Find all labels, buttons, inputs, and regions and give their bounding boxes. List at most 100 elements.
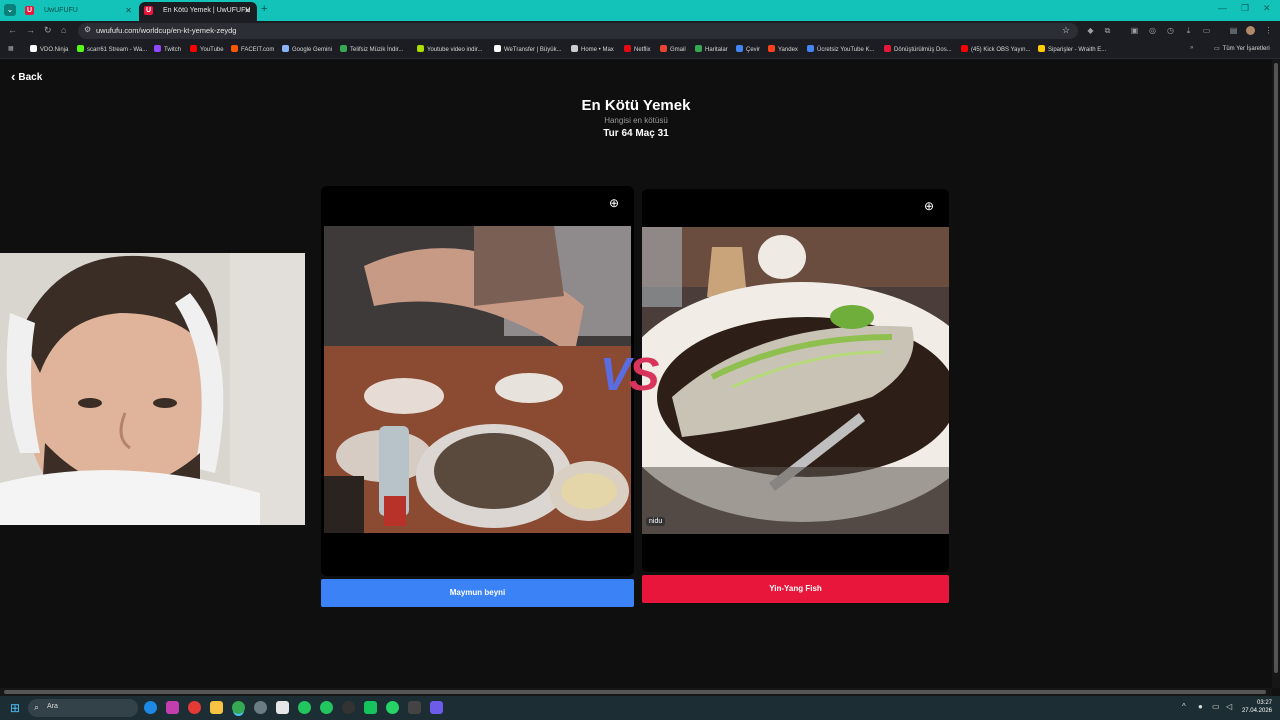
opera-app-icon[interactable] [188,701,201,714]
bookmark-favicon-icon [768,45,775,52]
app-icon[interactable] [298,701,311,714]
app-icon[interactable] [364,701,377,714]
bookmark-item[interactable]: Home • Max [571,45,614,53]
maximize-icon[interactable]: ❐ [1241,3,1249,14]
vertical-scrollbar[interactable] [1272,59,1280,688]
bookmark-item[interactable]: Google Gemini [282,45,332,53]
chevron-up-icon[interactable]: ^ [1182,702,1186,711]
bookmark-label: Ücretsiz YouTube K... [817,47,875,53]
app-icon[interactable] [408,701,421,714]
back-label: Back [18,72,43,83]
microphone-icon[interactable]: ● [1198,702,1203,711]
bookmark-favicon-icon [417,45,424,52]
image-watermark: nidu [646,517,666,526]
split-view-icon[interactable]: ▭ [1202,26,1211,35]
more-bookmarks-icon[interactable]: » [1190,45,1193,51]
right-choice-image[interactable]: nidu [642,227,949,534]
app-icon[interactable] [320,701,333,714]
bookmark-item[interactable]: YouTube [190,45,224,53]
tab-uwufufu[interactable]: U UwUFUFU ✕ [20,2,138,21]
bookmark-item[interactable]: Çevir [736,45,760,53]
app-icon[interactable] [430,701,443,714]
file-explorer-icon[interactable] [210,701,223,714]
tab-en-kotu-yemek[interactable]: U En Kötü Yemek | UwUFUFU ✕ [139,2,257,21]
search-label: Ara [47,703,58,710]
minimize-icon[interactable]: — [1218,3,1227,13]
extension-icon[interactable]: ▣ [1130,26,1139,35]
address-bar[interactable]: ⚙ uwufufu.com/worldcup/en-kt-yemek-zeydg… [78,23,1078,39]
bookmark-item[interactable]: scarr61 Stream - Wa... [77,45,147,53]
left-choice-image[interactable] [324,226,631,533]
all-bookmarks-folder[interactable]: ▭ Tüm Yer İşaretleri [1214,45,1270,52]
bookmark-favicon-icon [282,45,289,52]
close-tab-icon[interactable]: ✕ [244,2,251,19]
back-link[interactable]: ‹ Back [11,69,42,84]
bookmark-label: FACEIT.com [241,47,275,53]
bookmark-label: Home • Max [581,47,614,53]
right-choice-card[interactable]: ⊕ nidu [642,189,949,572]
windows-taskbar: ⊞ ⌕ Ara ^ ● ▭ ◁ 03:27 27.04.2026 [0,696,1280,720]
profile-avatar-icon[interactable] [1246,26,1255,35]
history-icon[interactable]: ◷ [1166,26,1175,35]
bookmark-label: VDO.Ninja [40,47,69,53]
bookmark-star-icon[interactable]: ☆ [1062,25,1070,36]
taskbar-search[interactable]: ⌕ Ara [28,699,138,717]
scrollbar-thumb[interactable] [1274,63,1278,673]
reload-icon[interactable]: ↻ [44,25,52,36]
system-clock[interactable]: 03:27 27.04.2026 [1242,699,1272,715]
zoom-in-icon[interactable]: ⊕ [609,196,619,210]
bookmark-item[interactable]: Gmail [660,45,686,53]
apps-grid-icon[interactable]: ▦ [8,45,14,52]
settings-app-icon[interactable] [254,701,267,714]
tab-title: En Kötü Yemek | UwUFUFU [163,7,251,14]
download-icon[interactable]: ⤓ [1184,26,1193,35]
bookmark-item[interactable]: Yandex [768,45,798,53]
network-icon[interactable]: ▭ [1212,702,1220,711]
app-icon[interactable] [166,701,179,714]
bookmark-item[interactable]: FACEIT.com [231,45,274,53]
volume-icon[interactable]: ◁ [1226,702,1232,711]
back-nav-icon[interactable]: ← [8,25,17,35]
bookmark-item[interactable]: WeTransfer | Büyük... [494,45,562,53]
bookmark-item[interactable]: (45) Kick OBS Yayın... [961,45,1030,53]
choose-left-button[interactable]: Maymun beyni [321,579,634,607]
sidebar-icon[interactable]: ▤ [1229,26,1238,35]
vs-letter-v: V [600,348,631,400]
edge-app-icon[interactable] [144,701,157,714]
bookmark-favicon-icon [961,45,968,52]
horizontal-scrollbar[interactable] [0,688,1272,696]
menu-kebab-icon[interactable]: ⋮ [1264,26,1273,35]
bookmark-item[interactable]: Youtube video indir... [417,45,483,53]
clock-date: 27.04.2026 [1241,708,1272,714]
extension-icon[interactable]: ◎ [1148,26,1157,35]
app-icon[interactable] [276,701,289,714]
close-window-icon[interactable]: ✕ [1263,3,1271,14]
bookmark-label: Çevir [746,47,761,53]
home-icon[interactable]: ⌂ [61,25,66,35]
extensions-icon[interactable]: ⧉ [1103,26,1112,35]
new-tab-icon[interactable]: + [261,3,267,15]
whatsapp-app-icon[interactable] [386,701,399,714]
tab-search-icon[interactable]: ⌄ [4,4,16,16]
bookmark-item[interactable]: Telifsiz Müzik İndir... [340,45,403,53]
bookmark-item[interactable]: Siparişler - Wraith E... [1038,45,1106,53]
all-bookmarks-label: Tüm Yer İşaretleri [1222,46,1270,52]
site-info-icon[interactable]: ⚙ [84,25,91,34]
choose-right-button[interactable]: Yin-Yang Fish [642,575,949,603]
extension-shield-icon[interactable]: ◆ [1086,26,1095,35]
chrome-app-icon[interactable] [232,701,245,714]
scrollbar-thumb[interactable] [4,690,1266,694]
left-choice-card[interactable]: ⊕ [321,186,634,576]
bookmark-item[interactable]: VDO.Ninja [30,45,68,53]
windows-start-icon[interactable]: ⊞ [10,701,20,715]
bookmark-item[interactable]: Twitch [154,45,181,53]
obs-app-icon[interactable] [342,701,355,714]
close-tab-icon[interactable]: ✕ [125,2,132,19]
bookmark-item[interactable]: Dönüştürülmüş Dos... [884,45,952,53]
forward-nav-icon[interactable]: → [26,25,35,35]
webcam-overlay [0,253,305,525]
bookmark-item[interactable]: Ücretsiz YouTube K... [807,45,874,53]
bookmark-item[interactable]: Haritalar [695,45,728,53]
bookmark-item[interactable]: Netflix [624,45,651,53]
zoom-in-icon[interactable]: ⊕ [924,199,934,213]
